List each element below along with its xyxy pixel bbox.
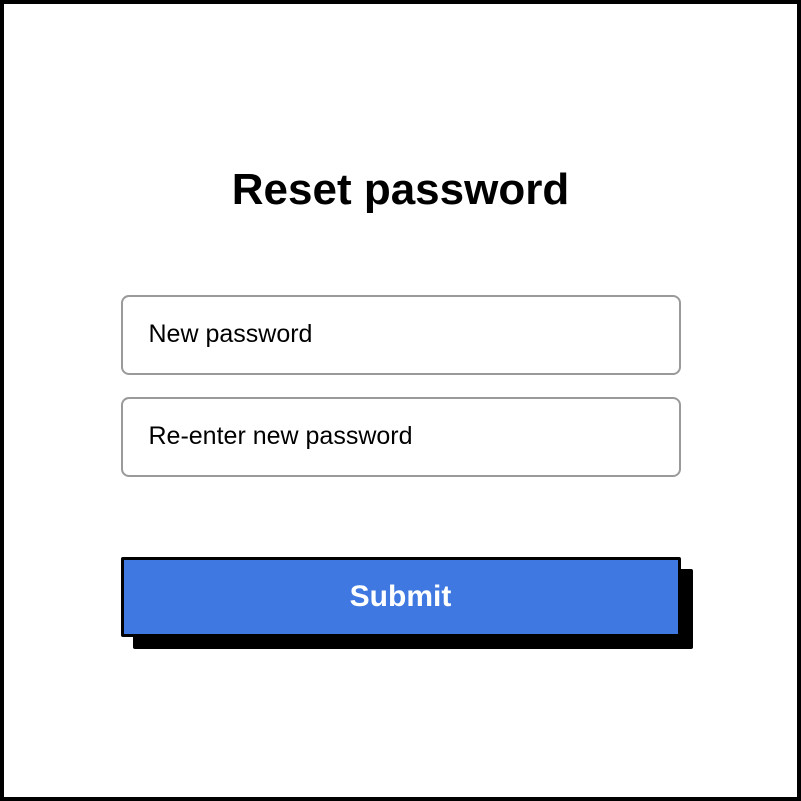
reenter-password-input[interactable] xyxy=(121,397,681,477)
submit-button[interactable]: Submit xyxy=(121,557,681,637)
reset-password-form: Reset password Submit xyxy=(121,165,681,637)
page-title: Reset password xyxy=(232,165,569,215)
new-password-input[interactable] xyxy=(121,295,681,375)
submit-button-wrapper: Submit xyxy=(121,557,681,637)
